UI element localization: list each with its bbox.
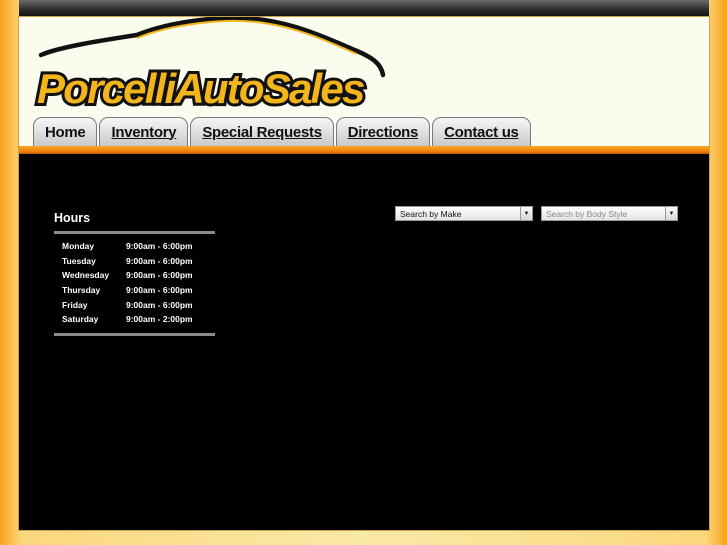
- hours-time: 9:00am - 6:00pm: [126, 299, 193, 310]
- hours-bottom-rule: [54, 333, 215, 336]
- hours-day: Wednesday: [62, 270, 110, 281]
- table-row: Monday 9:00am - 6:00pm: [62, 239, 193, 254]
- hours-table: Monday 9:00am - 6:00pm Tuesday 9:00am - …: [62, 239, 193, 327]
- search-make-label: Search by Make: [400, 208, 462, 219]
- table-row: Friday 9:00am - 6:00pm: [62, 297, 193, 312]
- header: PorcelliAutoSales Home Inventory Special…: [19, 17, 709, 146]
- chevron-down-icon[interactable]: ▼: [520, 207, 532, 220]
- hours-time: 9:00am - 6:00pm: [126, 241, 193, 252]
- main-content: Hours Monday 9:00am - 6:00pm Tuesday 9:0…: [19, 154, 709, 530]
- table-row: Thursday 9:00am - 6:00pm: [62, 283, 193, 298]
- hours-time: 9:00am - 6:00pm: [126, 270, 193, 281]
- tab-special-requests[interactable]: Special Requests: [190, 117, 334, 146]
- tab-contact-us[interactable]: Contact us: [432, 117, 531, 146]
- search-body-style-select[interactable]: Search by Body Style ▼: [541, 206, 678, 221]
- car-logo-icon[interactable]: PorcelliAutoSales: [19, 17, 709, 117]
- search-body-style-label: Search by Body Style: [546, 208, 628, 219]
- hours-day: Thursday: [62, 285, 101, 296]
- hours-title: Hours: [54, 211, 91, 225]
- table-row: Wednesday 9:00am - 6:00pm: [62, 268, 193, 283]
- hours-time: 9:00am - 6:00pm: [126, 255, 193, 266]
- hours-day: Tuesday: [62, 255, 96, 266]
- main-nav: Home Inventory Special Requests Directio…: [33, 117, 531, 146]
- logo-text: PorcelliAutoSales: [37, 65, 364, 112]
- chevron-down-icon[interactable]: ▼: [665, 207, 677, 220]
- hours-day: Saturday: [62, 314, 99, 325]
- top-bar: [19, 0, 709, 17]
- tab-home[interactable]: Home: [33, 117, 98, 146]
- page-frame: PorcelliAutoSales Home Inventory Special…: [19, 17, 709, 530]
- search-make-select[interactable]: Search by Make ▼: [395, 206, 533, 221]
- hours-time: 9:00am - 6:00pm: [126, 285, 193, 296]
- table-row: Saturday 9:00am - 2:00pm: [62, 312, 193, 327]
- hours-top-rule: [54, 231, 215, 234]
- tab-directions[interactable]: Directions: [335, 117, 431, 146]
- hours-day: Monday: [62, 241, 95, 252]
- hours-day: Friday: [62, 299, 88, 310]
- tab-inventory[interactable]: Inventory: [99, 117, 189, 146]
- header-stripe: [19, 146, 709, 154]
- table-row: Tuesday 9:00am - 6:00pm: [62, 254, 193, 269]
- hours-time: 9:00am - 2:00pm: [126, 314, 193, 325]
